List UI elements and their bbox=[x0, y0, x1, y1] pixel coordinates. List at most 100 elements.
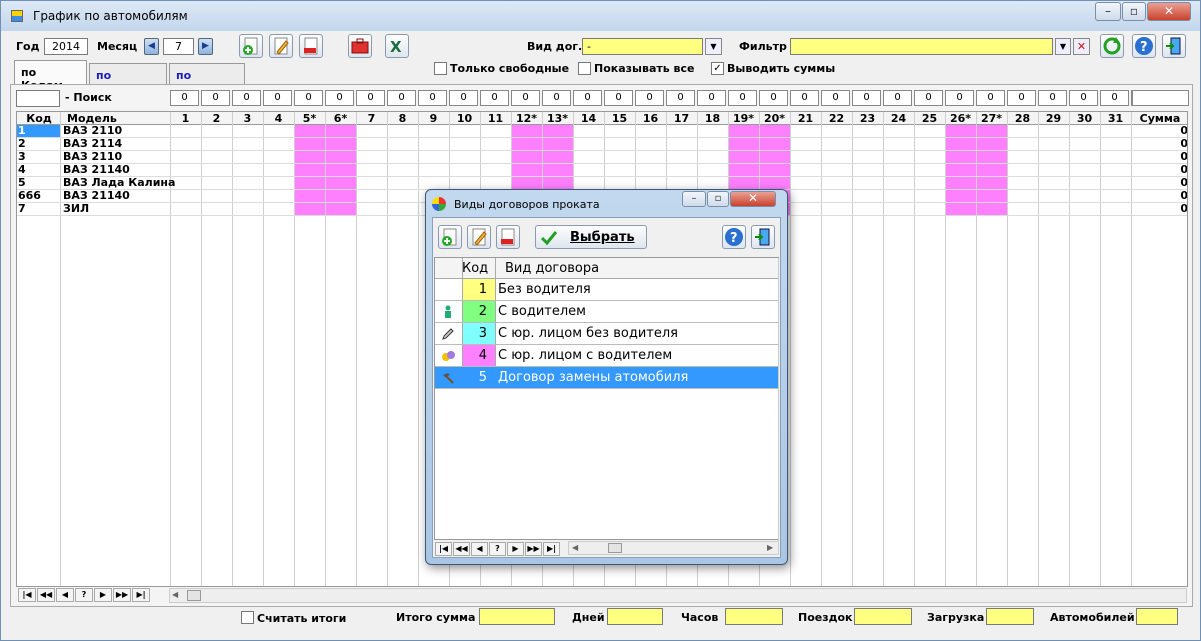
load-label: Загрузка bbox=[927, 611, 985, 624]
col-header-day: 28 bbox=[1014, 112, 1031, 125]
free-only-label: Только свободные bbox=[450, 62, 570, 75]
minimize-button[interactable]: – bbox=[1095, 2, 1121, 21]
grid-nav-button[interactable]: ◀ bbox=[56, 588, 74, 602]
filter-clear-button[interactable]: ✕ bbox=[1073, 38, 1090, 55]
tab-by-class[interactable]: по Классу bbox=[169, 63, 245, 95]
free-only-checkbox[interactable] bbox=[434, 62, 447, 75]
day-total-cell: 0 bbox=[387, 90, 416, 106]
dialog-delete-button[interactable] bbox=[496, 225, 520, 249]
day-total-cell: 0 bbox=[759, 90, 788, 106]
contract-name-cell: Договор замены атомобиля bbox=[498, 370, 689, 385]
grid-nav-button[interactable]: ▶▶ bbox=[113, 588, 131, 602]
dialog-help-button[interactable]: ? bbox=[722, 225, 746, 249]
filter-dropdown[interactable]: ▼ bbox=[1055, 38, 1071, 55]
day-total-cell: 0 bbox=[511, 90, 540, 106]
tab-by-model[interactable]: по Модели bbox=[89, 63, 167, 95]
contract-type-row[interactable]: 1 Без водителя bbox=[435, 279, 778, 301]
row-sum: 0 bbox=[1180, 150, 1188, 163]
contract-type-row[interactable]: 5 Договор замены атомобиля bbox=[435, 367, 778, 389]
dialog-nav-button[interactable]: ◀◀ bbox=[453, 542, 470, 556]
dialog-nav-button[interactable]: ◀ bbox=[471, 542, 488, 556]
print-button[interactable] bbox=[348, 34, 372, 58]
filter-field[interactable] bbox=[790, 38, 1053, 55]
col-header-day: 30 bbox=[1076, 112, 1093, 125]
hscroll-thumb[interactable] bbox=[187, 590, 201, 601]
dialog-nav-button[interactable]: ▶ bbox=[507, 542, 524, 556]
day-total-cell: 0 bbox=[976, 90, 1005, 106]
col-header-day: 8 bbox=[398, 112, 407, 125]
dialog-nav-button[interactable]: |◀ bbox=[435, 542, 452, 556]
dialog-hscrollbar[interactable]: ◀ ▶ bbox=[568, 541, 779, 555]
table-row[interactable]: 1 ВАЗ 2110 0 bbox=[17, 124, 1187, 138]
contract-type-row[interactable]: 4С юр. лицом с водителем bbox=[435, 345, 778, 367]
dialog-minimize-button[interactable]: – bbox=[682, 191, 706, 207]
day-total-cell: 0 bbox=[635, 90, 664, 106]
help-button[interactable]: ? bbox=[1132, 34, 1156, 58]
add-icon bbox=[243, 37, 258, 55]
col-header-day: 9 bbox=[429, 112, 438, 125]
row-model: ВАЗ 21140 bbox=[63, 163, 130, 176]
exit-door-icon bbox=[1166, 37, 1181, 55]
show-all-checkbox[interactable] bbox=[578, 62, 591, 75]
col-header-day: 13* bbox=[546, 112, 569, 125]
dialog-hscroll-left-arrow[interactable]: ◀ bbox=[572, 543, 578, 552]
day-total-cell: 0 bbox=[728, 90, 757, 106]
contract-name-cell: С юр. лицом без водителя bbox=[498, 326, 678, 341]
contract-type-row[interactable]: 3С юр. лицом без водителя bbox=[435, 323, 778, 345]
table-row[interactable]: 2 ВАЗ 2114 0 bbox=[17, 138, 1187, 151]
refresh-button[interactable] bbox=[1100, 34, 1124, 58]
show-sums-label: Выводить суммы bbox=[727, 62, 836, 75]
day-total-cell: 0 bbox=[1038, 90, 1067, 106]
maximize-button[interactable]: ▫ bbox=[1122, 2, 1146, 21]
dialog-hscroll-right-arrow[interactable]: ▶ bbox=[767, 543, 773, 552]
dialog-edit-button[interactable] bbox=[467, 225, 491, 249]
dialog-maximize-button[interactable]: ▫ bbox=[707, 191, 729, 207]
grid-nav-button[interactable]: ? bbox=[75, 588, 93, 602]
dialog-close-button[interactable]: ✕ bbox=[730, 191, 776, 207]
count-totals-label: Считать итоги bbox=[257, 612, 347, 625]
row-model: ВАЗ 2110 bbox=[63, 124, 123, 137]
contract-code-cell: 1 bbox=[463, 279, 495, 300]
hscroll-left-arrow[interactable]: ◀ bbox=[172, 590, 178, 599]
contract-type-row[interactable]: 2С водителем bbox=[435, 301, 778, 323]
count-totals-checkbox[interactable] bbox=[241, 611, 254, 624]
col-header-day: 3 bbox=[243, 112, 252, 125]
year-field[interactable]: 2014 bbox=[44, 38, 88, 55]
grid-hscrollbar[interactable]: ◀ bbox=[169, 588, 1187, 603]
col-header-day: 2 bbox=[212, 112, 221, 125]
delete-button[interactable] bbox=[299, 34, 323, 58]
exit-button[interactable] bbox=[1162, 34, 1186, 58]
search-input[interactable] bbox=[16, 90, 60, 107]
dialog-nav-button[interactable]: ▶| bbox=[543, 542, 560, 556]
show-sums-checkbox[interactable]: ✓ bbox=[711, 62, 724, 75]
export-excel-button[interactable]: X bbox=[385, 34, 409, 58]
add-button[interactable] bbox=[239, 34, 263, 58]
col-header-day: 7 bbox=[367, 112, 376, 125]
grid-nav-button[interactable]: |◀ bbox=[18, 588, 36, 602]
grid-nav-button[interactable]: ▶| bbox=[132, 588, 150, 602]
month-next-button[interactable]: ▶ bbox=[198, 38, 213, 55]
tab-by-code[interactable]: по Кодам bbox=[14, 60, 87, 92]
dialog-nav-button[interactable]: ? bbox=[489, 542, 506, 556]
row-code: 666 bbox=[18, 189, 41, 202]
table-row[interactable]: 3 ВАЗ 2110 0 bbox=[17, 150, 1188, 164]
pen-icon bbox=[441, 327, 455, 341]
dialog-nav-button[interactable]: ▶▶ bbox=[525, 542, 542, 556]
contract-types-table[interactable]: Код Вид договора 1 Без водителя 2 С водител… bbox=[434, 257, 779, 541]
edit-button[interactable] bbox=[269, 34, 293, 58]
close-button[interactable]: ✕ bbox=[1147, 2, 1191, 21]
contract-type-field[interactable]: - bbox=[582, 38, 703, 55]
month-field[interactable]: 7 bbox=[163, 38, 194, 55]
help-icon: ? bbox=[725, 228, 743, 246]
select-button[interactable]: Выбрать bbox=[535, 225, 647, 249]
title-bar: График по автомобилям – ▫ ✕ bbox=[1, 1, 1200, 31]
dialog-hscroll-thumb[interactable] bbox=[608, 543, 622, 553]
cars-label: Автомобилей bbox=[1050, 611, 1135, 624]
contract-type-dropdown[interactable]: ▼ bbox=[705, 38, 722, 55]
dialog-exit-button[interactable] bbox=[751, 225, 775, 249]
grid-nav-button[interactable]: ◀◀ bbox=[37, 588, 55, 602]
table-row[interactable]: 4 ВАЗ 21140 0 bbox=[17, 163, 1187, 177]
grid-nav-button[interactable]: ▶ bbox=[94, 588, 112, 602]
dialog-add-button[interactable] bbox=[438, 225, 462, 249]
month-prev-button[interactable]: ◀ bbox=[144, 38, 159, 55]
